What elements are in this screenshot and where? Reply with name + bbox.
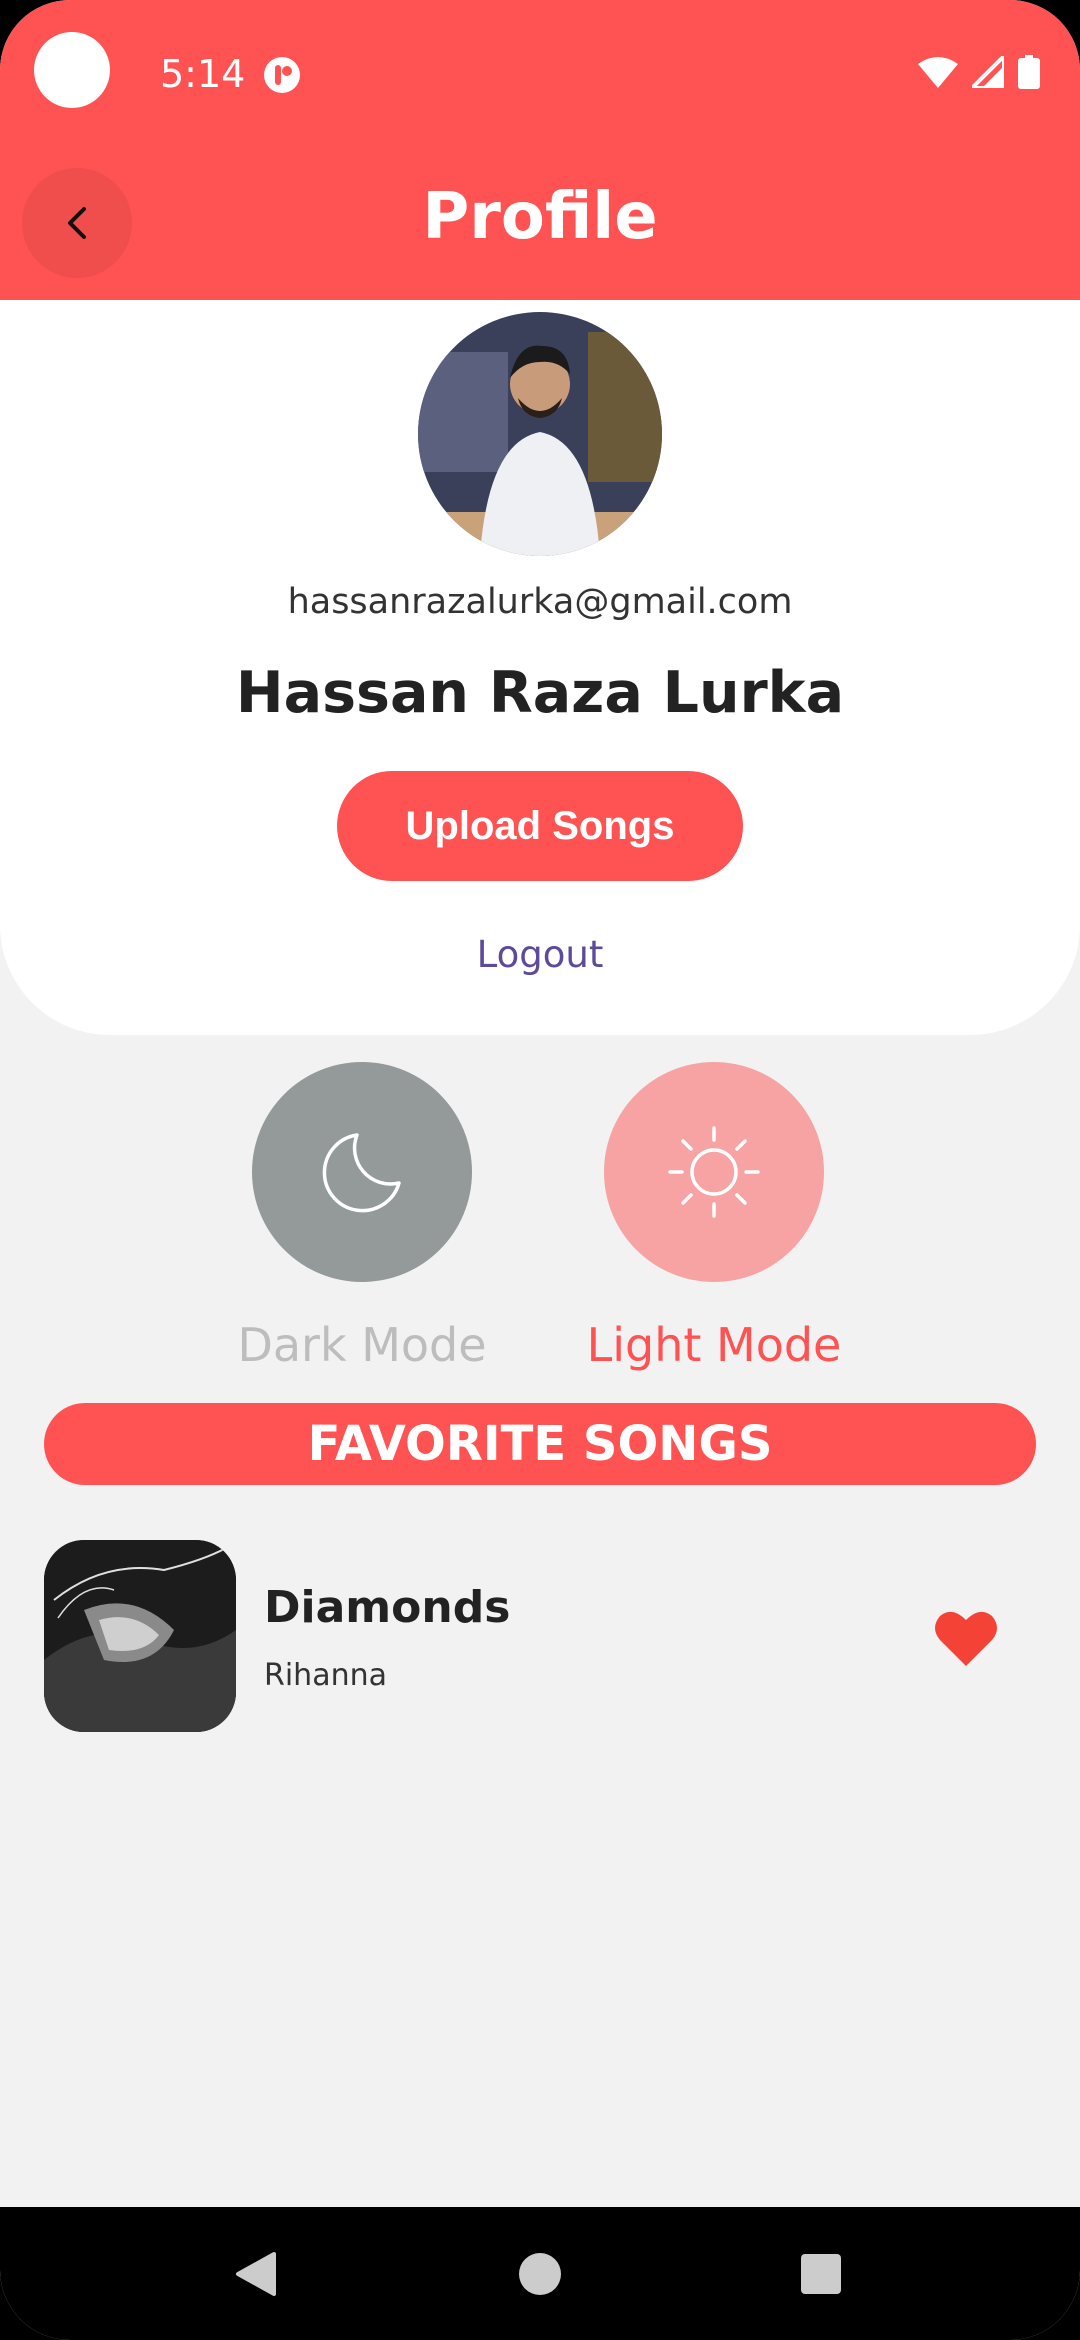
song-title: Diamonds xyxy=(264,1582,511,1633)
system-nav-bar xyxy=(0,2207,1080,2340)
cell-signal-icon xyxy=(972,56,1004,88)
logout-link[interactable]: Logout xyxy=(0,933,1080,976)
camera-cutout xyxy=(34,32,110,108)
heart-icon[interactable] xyxy=(934,1608,998,1668)
notification-app-icon xyxy=(264,57,300,93)
avatar xyxy=(418,312,662,556)
album-cover xyxy=(44,1540,236,1732)
light-mode-button[interactable] xyxy=(604,1062,824,1282)
battery-icon xyxy=(1018,55,1040,89)
status-icons xyxy=(918,55,1040,89)
user-name: Hassan Raza Lurka xyxy=(235,660,845,726)
favorite-songs-header: FAVORITE SONGS xyxy=(44,1403,1036,1485)
nav-home-icon[interactable] xyxy=(518,2252,562,2296)
profile-photo xyxy=(418,312,662,556)
upload-songs-button[interactable]: Upload Songs xyxy=(337,771,743,881)
dark-mode-button[interactable] xyxy=(252,1062,472,1282)
light-mode-label[interactable]: Light Mode xyxy=(534,1318,894,1372)
nav-recents-icon[interactable] xyxy=(800,2253,842,2295)
user-email: hassanrazalurka@gmail.com xyxy=(287,582,793,622)
app-header: 5:14 Profile xyxy=(0,0,1080,300)
dark-mode-label[interactable]: Dark Mode xyxy=(182,1318,542,1372)
song-artist: Rihanna xyxy=(264,1658,387,1693)
song-list-item[interactable]: Diamonds Rihanna xyxy=(44,1540,1036,1735)
nav-back-icon[interactable] xyxy=(234,2251,278,2297)
status-time: 5:14 xyxy=(160,52,246,96)
app-screen: 5:14 Profile hassanrazalurka@gmail.com H… xyxy=(0,0,1080,2340)
profile-card: hassanrazalurka@gmail.com Hassan Raza Lu… xyxy=(0,300,1080,1035)
sun-icon xyxy=(668,1126,760,1218)
moon-icon xyxy=(322,1133,401,1213)
wifi-icon xyxy=(918,57,958,88)
status-bar: 5:14 xyxy=(0,0,1080,150)
page-title: Profile xyxy=(422,180,658,254)
album-art xyxy=(44,1540,236,1732)
